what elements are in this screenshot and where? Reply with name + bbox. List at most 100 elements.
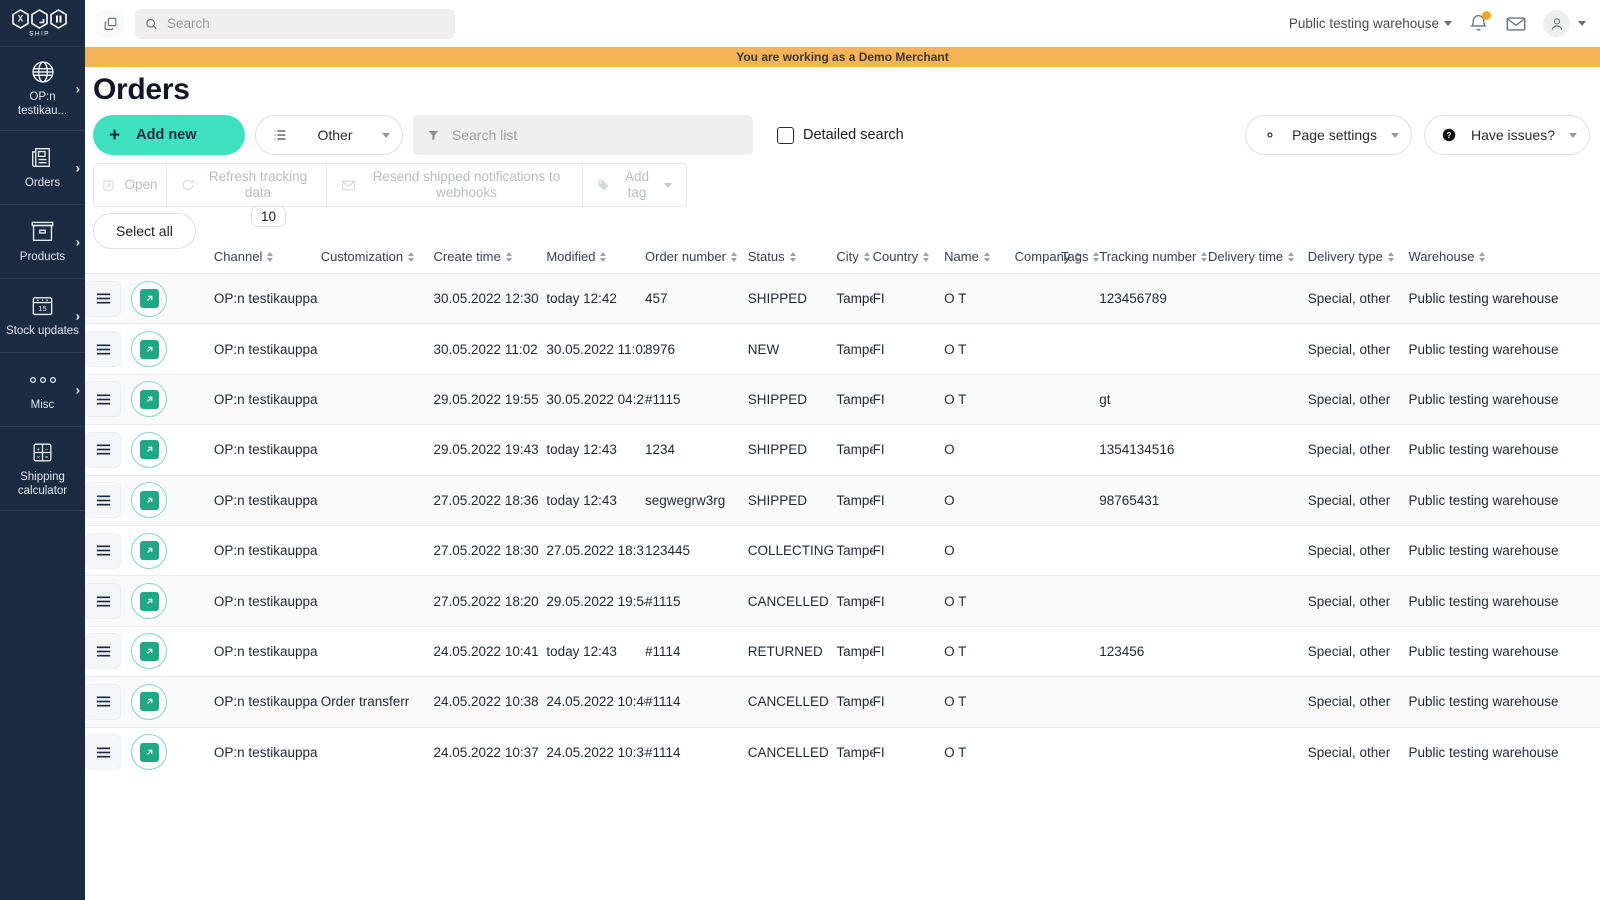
th-customization[interactable]: Customization [321,249,434,274]
sidebar-item-shipping-calculator[interactable]: + − × = Shipping calculator [0,427,85,511]
sort-icon[interactable] [267,252,273,262]
avatar[interactable] [1543,10,1570,37]
sidebar-item-shop[interactable]: OP:n testikau... › [0,47,85,131]
sort-icon[interactable] [864,252,870,262]
th-warehouse[interactable]: Warehouse [1408,249,1600,274]
row-open-button[interactable] [131,281,167,317]
row-open-button[interactable] [131,381,167,417]
table-row[interactable]: OP:n testikauppa 24.05.2022 10:41 today … [85,626,1600,676]
warehouse-selector[interactable]: Public testing warehouse [1289,16,1452,31]
row-open-button[interactable] [131,482,167,518]
open-button[interactable]: Open [93,163,167,207]
sort-icon[interactable] [600,252,606,262]
messages-button[interactable] [1505,13,1527,35]
table-row[interactable]: OP:n testikauppa 24.05.2022 10:37 24.05.… [85,727,1600,777]
cell-tracking-number[interactable]: gt [1099,374,1208,424]
sort-icon[interactable] [731,252,737,262]
table-row[interactable]: OP:n testikauppa 30.05.2022 11:02 30.05.… [85,324,1600,374]
add-new-button[interactable]: + Add new [93,115,245,155]
sidebar-item-stock-updates[interactable]: 15 Stock updates › [0,279,85,353]
row-open-button[interactable] [131,432,167,468]
cell-create-time: 24.05.2022 10:38 [434,677,547,727]
add-tag-button[interactable]: Add tag [583,163,687,207]
table-row[interactable]: OP:n testikauppa 27.05.2022 18:36 today … [85,475,1600,525]
search-input[interactable] [167,16,445,31]
row-menu-button[interactable] [85,281,121,317]
global-search[interactable] [135,9,455,39]
row-open-button[interactable] [131,734,167,770]
cell-tracking-number[interactable] [1099,324,1208,374]
sidebar-item-misc[interactable]: Misc › [0,353,85,427]
cell-tracking-number[interactable] [1099,525,1208,575]
search-list-field[interactable] [413,115,753,155]
copy-icon[interactable] [95,9,125,39]
row-open-button[interactable] [131,633,167,669]
sort-icon[interactable] [1288,252,1294,262]
row-menu-button[interactable] [85,482,121,518]
sort-icon[interactable] [408,252,414,262]
th-name[interactable]: Name [944,249,1015,274]
refresh-tracking-button[interactable]: Refresh tracking data [167,163,327,207]
cell-tracking-number[interactable]: 123456789 [1099,274,1208,324]
cell-tracking-number[interactable] [1099,576,1208,626]
row-menu-button[interactable] [85,684,121,720]
th-channel[interactable]: Channel [214,249,321,274]
sort-icon[interactable] [923,252,929,262]
table-row[interactable]: OP:n testikauppa 30.05.2022 12:30 today … [85,274,1600,324]
sort-icon[interactable] [506,252,512,262]
sort-icon[interactable] [790,252,796,262]
th-city[interactable]: City [836,249,872,274]
row-menu-button[interactable] [85,734,121,770]
row-menu-button[interactable] [85,381,121,417]
sort-icon[interactable] [1479,252,1485,262]
avatar-chevron-down-icon[interactable] [1578,21,1586,26]
th-create-time[interactable]: Create time [434,249,547,274]
sort-icon[interactable] [984,252,990,262]
row-menu-button[interactable] [85,633,121,669]
table-row[interactable]: OP:n testikauppa Order transferr 24.05.2… [85,677,1600,727]
detailed-search-toggle[interactable]: Detailed search [777,127,904,144]
row-menu-button[interactable] [85,432,121,468]
notifications-button[interactable] [1468,13,1489,34]
row-open-button[interactable] [131,583,167,619]
row-menu-button[interactable] [85,583,121,619]
warehouse-selector-label: Public testing warehouse [1289,16,1439,31]
row-open-button[interactable] [131,533,167,569]
table-row[interactable]: OP:n testikauppa 27.05.2022 18:20 29.05.… [85,576,1600,626]
th-delivery-type[interactable]: Delivery type [1308,249,1409,274]
th-modified[interactable]: Modified [546,249,645,274]
sidebar-item-products[interactable]: Products › [0,205,85,279]
orders-table-container[interactable]: Channel Customization Create time Modifi… [85,249,1600,777]
search-list-input[interactable] [452,127,739,143]
app-logo[interactable]: SHIP [0,0,85,47]
row-menu-button[interactable] [85,533,121,569]
hamburger-icon [96,595,111,608]
row-open-button[interactable] [131,684,167,720]
table-row[interactable]: OP:n testikauppa 29.05.2022 19:43 today … [85,425,1600,475]
th-status[interactable]: Status [748,249,837,274]
cell-tracking-number[interactable] [1099,727,1208,777]
cell-tracking-number[interactable]: 98765431 [1099,475,1208,525]
th-company[interactable]: Company [1015,249,1061,274]
page-settings-button[interactable]: Page settings [1245,115,1412,155]
detailed-search-checkbox[interactable] [777,127,794,144]
sort-icon[interactable] [1201,252,1207,262]
row-menu-button[interactable] [85,331,121,367]
sidebar-item-orders[interactable]: Orders › [0,131,85,205]
th-tracking-number[interactable]: Tracking number [1099,249,1208,274]
table-row[interactable]: OP:n testikauppa 29.05.2022 19:55 30.05.… [85,374,1600,424]
select-all-button[interactable]: Select all [93,213,196,249]
th-delivery-time[interactable]: Delivery time [1208,249,1308,274]
th-order-number[interactable]: Order number [645,249,748,274]
have-issues-button[interactable]: ? Have issues? [1424,115,1590,155]
th-tags[interactable]: Tags [1061,249,1099,274]
cell-tracking-number[interactable]: 123456 [1099,626,1208,676]
cell-tracking-number[interactable]: 1354134516 [1099,425,1208,475]
sort-icon[interactable] [1388,252,1394,262]
row-open-button[interactable] [131,331,167,367]
table-row[interactable]: OP:n testikauppa 27.05.2022 18:30 27.05.… [85,525,1600,575]
resend-webhooks-button[interactable]: Resend shipped notifications to webhooks [327,163,583,207]
cell-tracking-number[interactable] [1099,677,1208,727]
th-country[interactable]: Country [873,249,945,274]
filter-preset-dropdown[interactable]: Other [255,115,403,155]
